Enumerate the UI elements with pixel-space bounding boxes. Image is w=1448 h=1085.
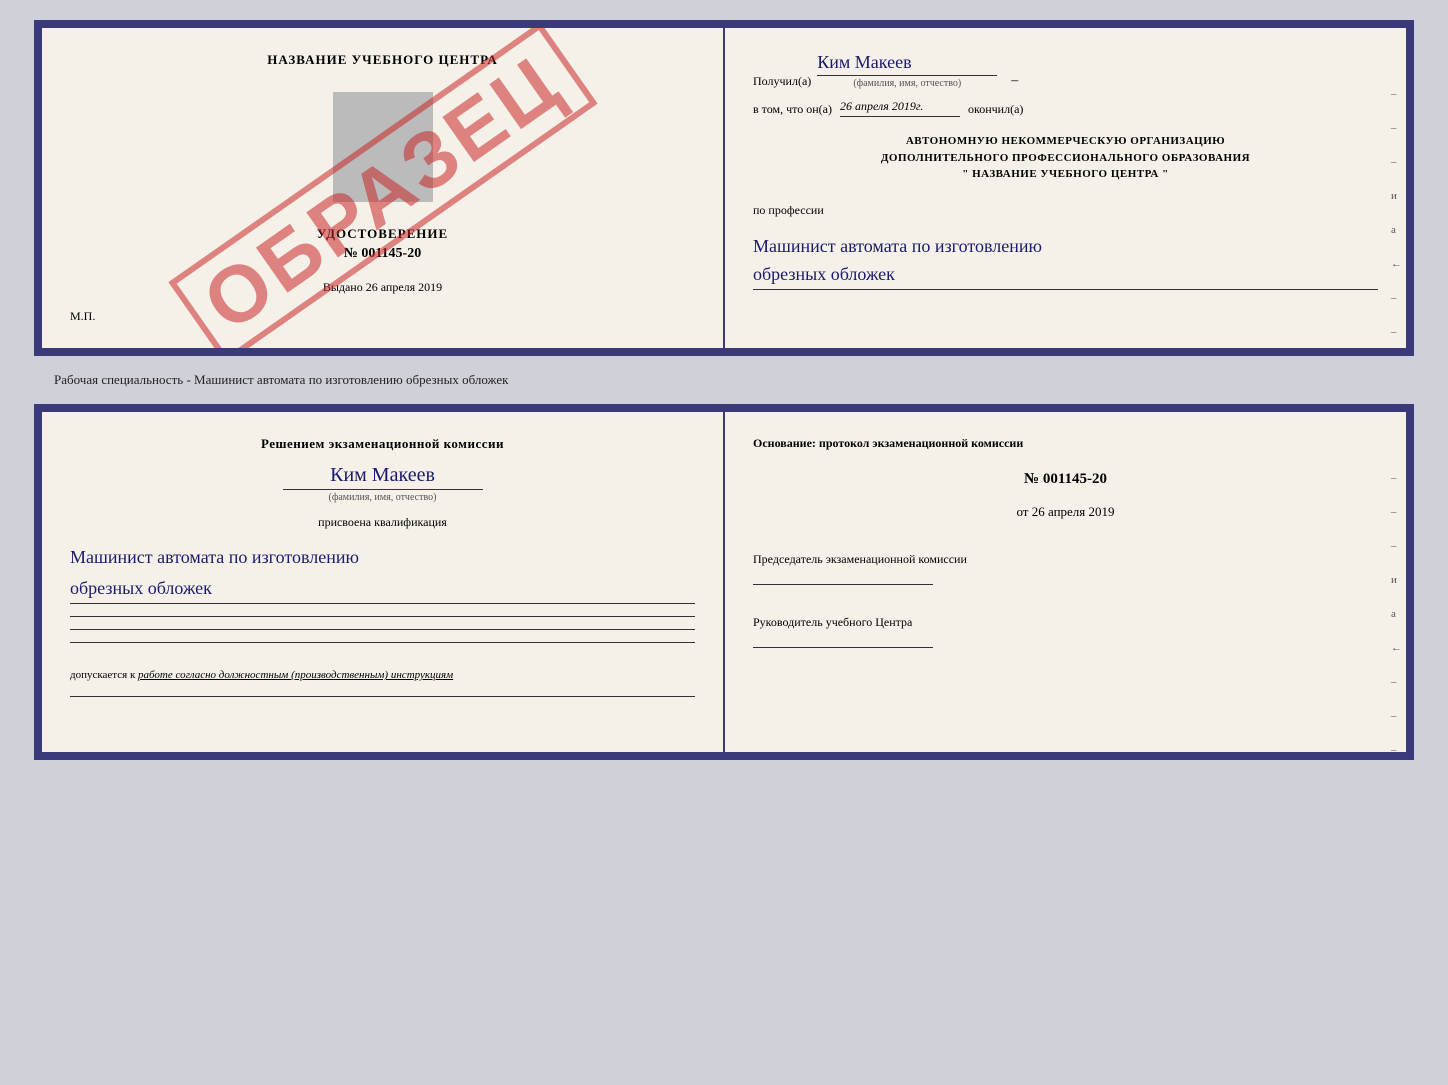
org-line1: АВТОНОМНУЮ НЕКОММЕРЧЕСКУЮ ОРГАНИЗАЦИЮ xyxy=(753,133,1378,150)
poluchil-row: Получил(а) Ким Макеев (фамилия, имя, отч… xyxy=(753,52,1378,89)
bottom-line-2 xyxy=(70,629,695,630)
poluchil-name: Ким Макеев xyxy=(817,52,997,76)
mp-label: М.П. xyxy=(70,309,95,324)
resheniem-label: Решением экзаменационной комиссии xyxy=(70,436,695,452)
qualification-block: Машинист автомата по изготовлению обрезн… xyxy=(70,542,695,604)
dopuskaetsya-label: допускается к xyxy=(70,669,135,681)
cert-block: УДОСТОВЕРЕНИЕ № 001145-20 xyxy=(317,226,448,266)
poluchil-name-block: Ким Макеев (фамилия, имя, отчество) xyxy=(817,52,997,89)
fio-sub-top: (фамилия, имя, отчество) xyxy=(817,78,997,89)
cert-number: № 001145-20 xyxy=(317,246,448,262)
prisvoena-label: присвоена квалификация xyxy=(70,515,695,530)
bottom-line-4 xyxy=(70,696,695,697)
rukov-sign-line xyxy=(753,647,933,648)
vtom-row: в том, что он(а) 26 апреля 2019г. окончи… xyxy=(753,99,1378,117)
vydano-line: Выдано 26 апреля 2019 xyxy=(323,280,442,295)
org-line3: " НАЗВАНИЕ УЧЕБНОГО ЦЕНТРА " xyxy=(753,166,1378,183)
dopuskaetsya-block: допускается к работе согласно должностны… xyxy=(70,667,695,684)
top-certificate-card: НАЗВАНИЕ УЧЕБНОГО ЦЕНТРА УДОСТОВЕРЕНИЕ №… xyxy=(34,20,1414,356)
poluchil-label: Получил(а) xyxy=(753,74,811,89)
rukov-label: Руководитель учебного Центра xyxy=(753,613,1378,631)
top-card-left: НАЗВАНИЕ УЧЕБНОГО ЦЕНТРА УДОСТОВЕРЕНИЕ №… xyxy=(42,28,725,348)
org-line2: ДОПОЛНИТЕЛЬНОГО ПРОФЕССИОНАЛЬНОГО ОБРАЗО… xyxy=(753,150,1378,167)
predsedatel-block: Председатель экзаменационной комиссии xyxy=(753,550,1378,585)
protokol-number: № 001145-20 xyxy=(753,471,1378,488)
org-block: АВТОНОМНУЮ НЕКОММЕРЧЕСКУЮ ОРГАНИЗАЦИЮ ДО… xyxy=(753,133,1378,183)
bottom-line-1 xyxy=(70,616,695,617)
ot-date-block: от 26 апреля 2019 xyxy=(753,504,1378,520)
middle-text: Рабочая специальность - Машинист автомат… xyxy=(34,368,1414,392)
vydano-label: Выдано xyxy=(323,280,363,294)
vtom-label: в том, что он(а) xyxy=(753,102,832,117)
ot-date: 26 апреля 2019 xyxy=(1032,504,1115,519)
bottom-card-right: Основание: протокол экзаменационной коми… xyxy=(725,412,1406,752)
profession-line1: Машинист автомата по изготовлению обрезн… xyxy=(753,232,1378,291)
ot-label: от xyxy=(1016,504,1028,519)
predsedatel-sign-line xyxy=(753,584,933,585)
side-marks-top: – – – и а ← – – – xyxy=(1391,88,1402,356)
vydano-date: 26 апреля 2019 xyxy=(366,280,442,294)
bottom-line-3 xyxy=(70,642,695,643)
bottom-fio-sub: (фамилия, имя, отчество) xyxy=(70,492,695,503)
fio-underline xyxy=(283,489,483,490)
dopuskaetsya-text: работе согласно должностным (производств… xyxy=(138,669,453,681)
vtom-date: 26 апреля 2019г. xyxy=(840,99,960,117)
dash-after-name: – xyxy=(1011,73,1018,89)
bottom-name: Ким Макеев xyxy=(70,464,695,487)
predsedatel-label: Председатель экзаменационной комиссии xyxy=(753,550,1378,568)
rukov-block: Руководитель учебного Центра xyxy=(753,613,1378,648)
side-marks-bottom: – – – и а ← – – – xyxy=(1391,472,1402,756)
osnov-label: Основание: протокол экзаменационной коми… xyxy=(753,436,1378,451)
okonchil-label: окончил(а) xyxy=(968,102,1023,117)
bottom-certificate-card: Решением экзаменационной комиссии Ким Ма… xyxy=(34,404,1414,760)
photo-placeholder xyxy=(333,92,433,202)
cert-label: УДОСТОВЕРЕНИЕ xyxy=(317,226,448,242)
top-card-right: Получил(а) Ким Макеев (фамилия, имя, отч… xyxy=(725,28,1406,348)
school-name-top: НАЗВАНИЕ УЧЕБНОГО ЦЕНТРА xyxy=(267,52,498,68)
bottom-name-block: Ким Макеев (фамилия, имя, отчество) xyxy=(70,464,695,503)
qualification-line2: обрезных обложек xyxy=(70,573,695,604)
qualification-line1: Машинист автомата по изготовлению xyxy=(70,542,695,573)
po-professii-label: по профессии xyxy=(753,203,1378,218)
bottom-card-left: Решением экзаменационной комиссии Ким Ма… xyxy=(42,412,725,752)
